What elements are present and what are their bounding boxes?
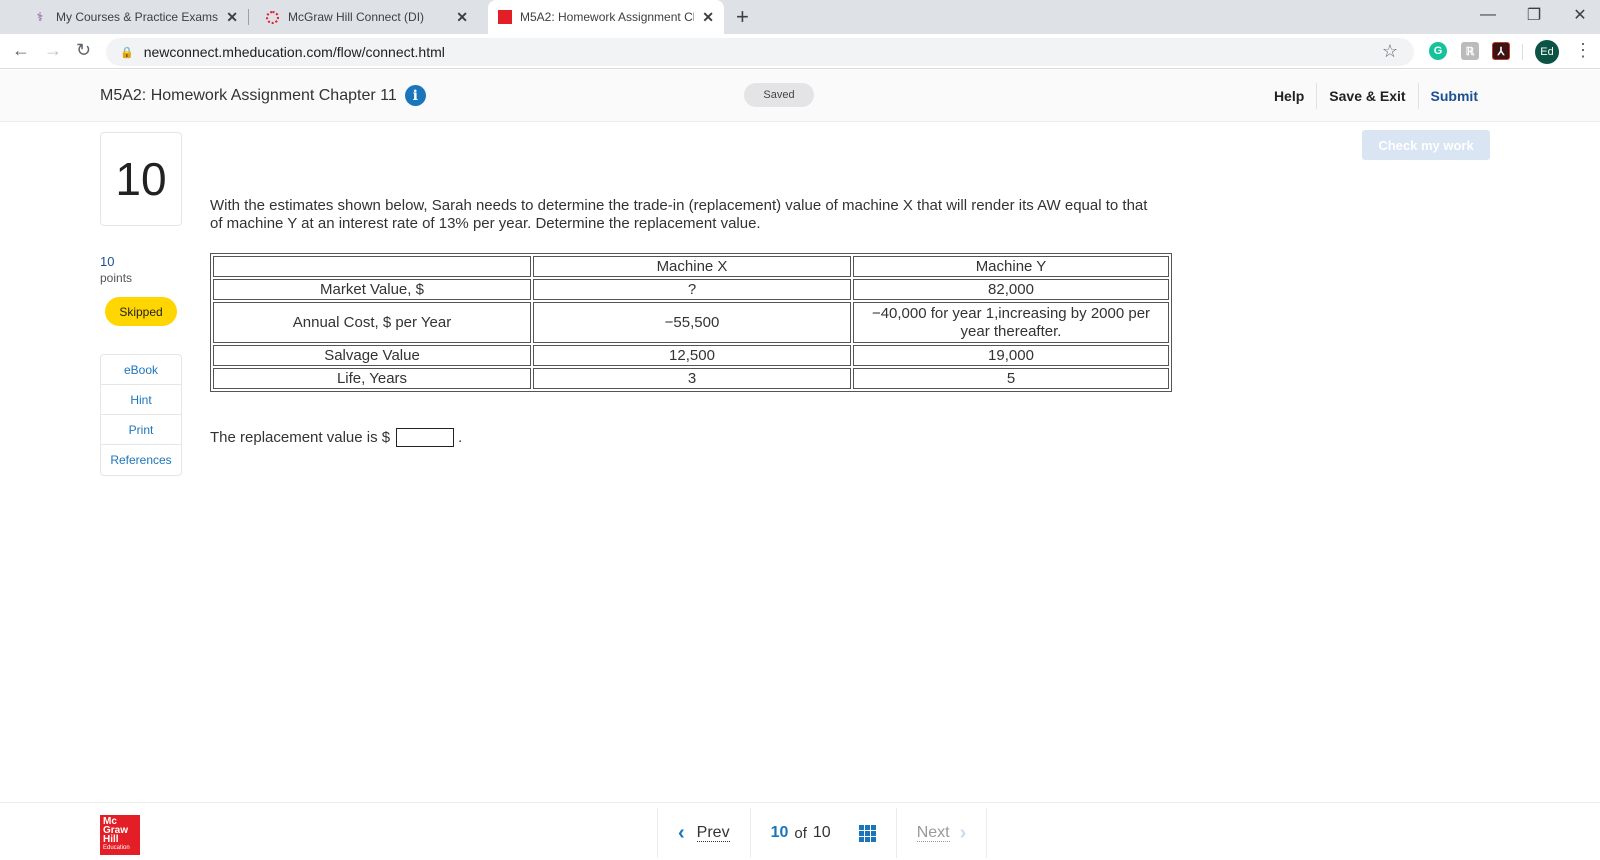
table-cell: Salvage Value [213,345,531,366]
table-row: Annual Cost, $ per Year −55,500 −40,000 … [213,302,1169,343]
back-arrow-icon[interactable]: ← [12,40,30,61]
logo-text: Education [103,845,130,851]
address-bar[interactable]: 🔒 newconnect.mheducation.com/flow/connec… [106,38,1414,66]
table-cell: Life, Years [213,368,531,389]
table-header-row: Machine X Machine Y [213,256,1169,277]
ebook-link[interactable]: eBook [101,355,181,385]
help-link[interactable]: Help [1262,83,1316,109]
browser-tab[interactable]: ⚕ My Courses & Practice Exams – N ✕ [22,0,248,34]
new-tab-button[interactable]: + [736,4,749,30]
toolbar-divider [1522,44,1523,60]
connect-ring-icon [264,9,280,25]
close-window-button[interactable]: ✕ [1557,0,1600,30]
assignment-title: M5A2: Homework Assignment Chapter 11 [100,86,397,104]
profile-avatar[interactable]: Ed [1535,40,1559,64]
menu-kebab-icon[interactable]: ⋮ [1574,40,1592,61]
grid-view-icon[interactable] [858,824,876,842]
close-tab-icon[interactable]: ✕ [456,9,468,26]
answer-line: The replacement value is $ . [210,428,462,447]
saved-status-badge: Saved [744,83,814,107]
prev-label: Prev [696,824,730,842]
submit-link[interactable]: Submit [1417,83,1490,109]
browser-toolbar: ← → ↻ 🔒 newconnect.mheducation.com/flow/… [0,34,1600,69]
forward-arrow-icon[interactable]: → [44,40,62,61]
points-value: 10 [100,254,115,269]
browser-tab-strip: ⚕ My Courses & Practice Exams – N ✕ McGr… [0,0,1600,34]
estimates-table: Machine X Machine Y Market Value, $ ? 82… [210,253,1172,392]
assignment-header: M5A2: Homework Assignment Chapter 11 i S… [0,70,1600,122]
info-icon[interactable]: i [404,85,426,106]
table-header-cell [213,256,531,277]
mcgraw-hill-icon [498,10,512,24]
question-pager: ‹ Prev 10 of 10 Next › [657,808,988,858]
extension-icon[interactable]: ℝ [1461,42,1479,60]
browser-tab-active[interactable]: M5A2: Homework Assignment Ch ✕ [488,0,724,34]
bookmark-star-icon[interactable]: ☆ [1382,41,1398,62]
table-cell: ? [533,279,851,300]
table-cell: Annual Cost, $ per Year [213,302,531,343]
table-cell: 82,000 [853,279,1169,300]
table-row: Market Value, $ ? 82,000 [213,279,1169,300]
save-exit-link[interactable]: Save & Exit [1316,83,1417,109]
logo-text: Hill [103,834,119,845]
table-cell: −55,500 [533,302,851,343]
table-cell: 3 [533,368,851,389]
table-row: Salvage Value 12,500 19,000 [213,345,1169,366]
browser-tab[interactable]: McGraw Hill Connect (DI) ✕ [254,0,478,34]
prev-button[interactable]: ‹ Prev [657,808,750,858]
url-text: newconnect.mheducation.com/flow/connect.… [143,44,445,60]
table-cell: 12,500 [533,345,851,366]
table-cell: Market Value, $ [213,279,531,300]
tab-divider [248,9,249,25]
hint-link[interactable]: Hint [101,385,181,415]
table-header-cell: Machine X [533,256,851,277]
print-link[interactable]: Print [101,415,181,445]
reload-icon[interactable]: ↻ [76,40,91,61]
tab-title: M5A2: Homework Assignment Ch [520,10,695,24]
tab-title: McGraw Hill Connect (DI) [288,10,425,24]
caduceus-icon: ⚕ [36,10,44,24]
tab-title: My Courses & Practice Exams – N [56,10,219,24]
total-questions: 10 [812,824,831,841]
current-question: 10 [770,824,789,841]
points-label: points [100,271,133,285]
of-label: of [794,824,807,842]
grammarly-extension-icon[interactable]: G [1429,42,1447,60]
table-cell: 5 [853,368,1169,389]
table-row: Life, Years 3 5 [213,368,1169,389]
assignment-title-group: M5A2: Homework Assignment Chapter 11 i [100,85,426,106]
close-tab-icon[interactable]: ✕ [702,9,714,26]
skipped-status-badge: Skipped [105,297,177,326]
lock-icon: 🔒 [120,46,134,59]
question-tools: eBook Hint Print References [100,354,182,476]
answer-suffix: . [458,429,463,446]
pdf-extension-icon[interactable]: ⅄ [1492,42,1510,60]
table-cell: −40,000 for year 1,increasing by 2000 pe… [853,302,1169,343]
restore-button[interactable]: ❐ [1511,0,1557,30]
chevron-left-icon: ‹ [678,821,685,844]
question-number: 10 [100,132,182,226]
header-links: Help Save & Exit Submit [1262,83,1490,109]
references-link[interactable]: References [101,445,181,475]
next-button[interactable]: Next › [895,808,988,858]
footer: Mc Graw Hill Education ‹ Prev 10 of 10 N… [0,802,1600,860]
check-my-work-button[interactable]: Check my work [1362,130,1490,160]
table-header-cell: Machine Y [853,256,1169,277]
page-indicator[interactable]: 10 of 10 [749,808,896,858]
close-tab-icon[interactable]: ✕ [226,9,238,26]
table-cell: 19,000 [853,345,1169,366]
chevron-right-icon: › [959,821,967,844]
mcgraw-hill-logo: Mc Graw Hill Education [100,815,140,855]
question-text: With the estimates shown below, Sarah ne… [210,197,1148,232]
answer-prefix: The replacement value is $ [210,429,391,446]
replacement-value-input[interactable] [396,428,455,447]
next-label: Next [916,824,950,842]
minimize-button[interactable]: — [1465,0,1511,30]
